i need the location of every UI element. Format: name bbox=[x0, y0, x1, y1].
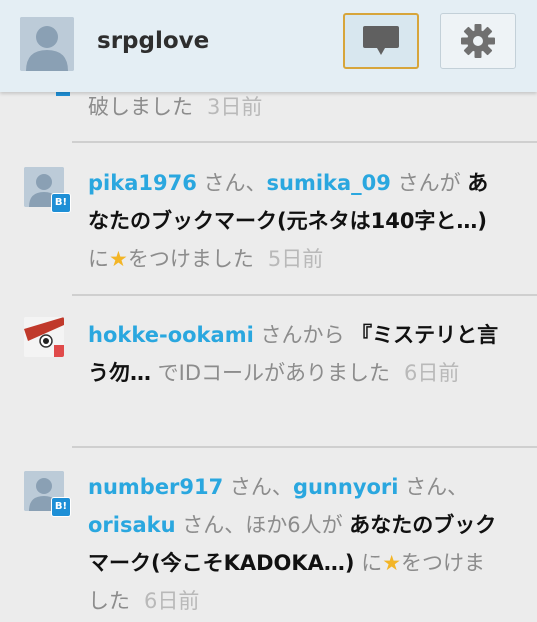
notification-text: 破しました bbox=[88, 95, 193, 119]
star-icon: ★ bbox=[109, 247, 128, 271]
star-icon: ★ bbox=[382, 551, 402, 575]
notification-item[interactable]: B! number917 さん、gunnyori さん、orisaku さん、ほ… bbox=[0, 466, 537, 622]
hatena-bookmark-badge: B! bbox=[51, 193, 71, 213]
user-link[interactable]: hokke-ookami bbox=[88, 323, 254, 347]
username[interactable]: srpglove bbox=[97, 28, 209, 54]
user-link[interactable]: orisaku bbox=[88, 513, 176, 537]
default-user-icon bbox=[20, 17, 74, 71]
gear-icon bbox=[461, 24, 495, 58]
timestamp: 6日前 bbox=[144, 589, 200, 613]
user-link[interactable]: pika1976 bbox=[88, 171, 197, 195]
user-link[interactable]: sumika_09 bbox=[267, 171, 391, 195]
fox-avatar-icon bbox=[24, 317, 64, 357]
timestamp: 3日前 bbox=[207, 95, 263, 119]
settings-button[interactable] bbox=[440, 13, 516, 69]
user-avatar[interactable] bbox=[24, 317, 64, 357]
speech-bubble-icon bbox=[363, 26, 399, 55]
notifications-button[interactable] bbox=[343, 13, 419, 69]
timestamp: 5日前 bbox=[267, 247, 324, 271]
user-link[interactable]: gunnyori bbox=[293, 475, 399, 499]
divider bbox=[72, 294, 537, 296]
timestamp: 6日前 bbox=[404, 361, 460, 385]
divider bbox=[72, 446, 537, 448]
notification-item[interactable]: hokke-ookami さんから 『ミステリと言う勿… でIDコールがありまし… bbox=[0, 314, 537, 444]
hatena-bookmark-badge: B! bbox=[51, 497, 71, 517]
user-link[interactable]: number917 bbox=[88, 475, 223, 499]
divider bbox=[72, 141, 537, 143]
notification-item[interactable]: B! pika1976 さん、sumika_09 さんが あなたのブックマーク(… bbox=[0, 162, 537, 292]
app-header: srpglove bbox=[0, 0, 537, 92]
profile-avatar[interactable] bbox=[20, 17, 74, 71]
